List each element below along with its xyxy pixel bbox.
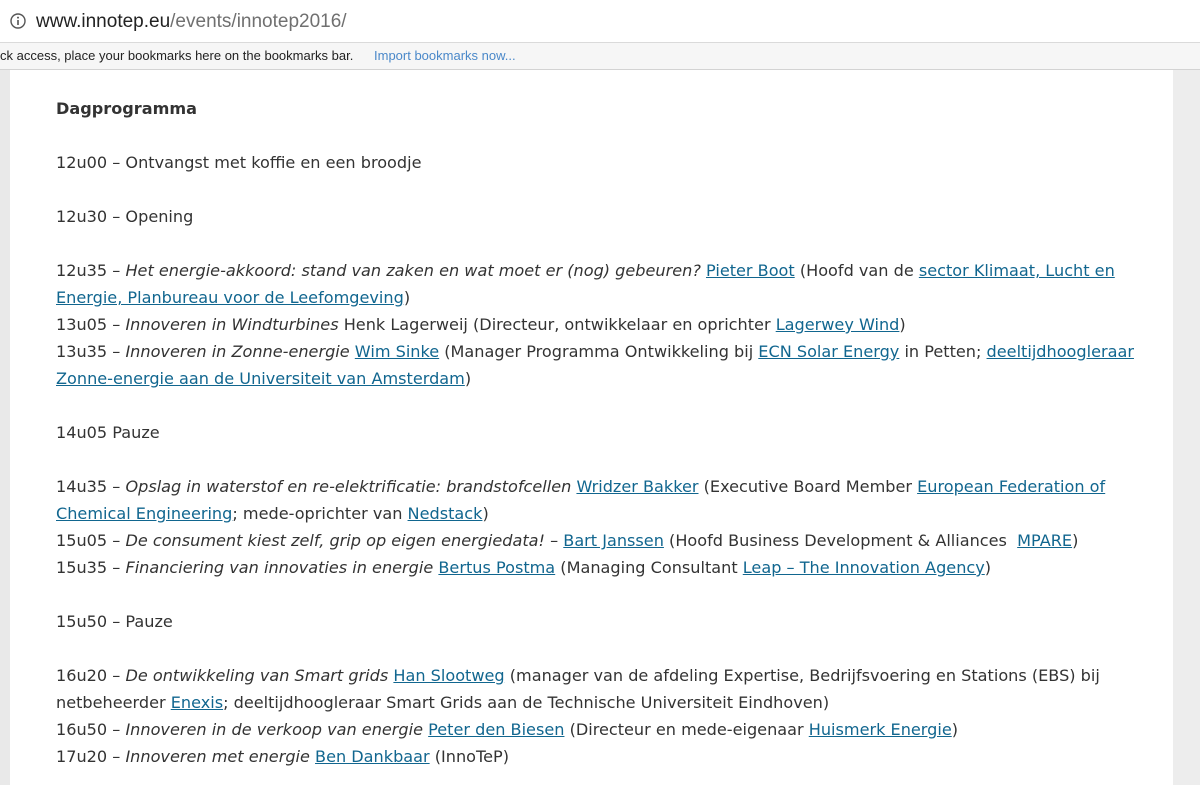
speaker-link[interactable]: Han Slootweg <box>393 666 504 685</box>
session-row: 17u20 – Innoveren met energie Ben Dankba… <box>56 743 1156 770</box>
session-row: 15u35 – Financiering van innovaties in e… <box>56 558 992 577</box>
session-text: in Petten; <box>899 342 987 361</box>
import-bookmarks-link[interactable]: Import bookmarks now... <box>374 48 516 63</box>
session-text: ; deeltijdhoogleraar Smart Grids aan de … <box>223 693 830 712</box>
session-time: 17u20 – <box>56 747 126 766</box>
org-link[interactable]: Leap – The Innovation Agency <box>743 558 985 577</box>
session-title: Het energie-akkoord: stand van zaken en … <box>125 261 701 280</box>
session-title: Innoveren in Windturbines <box>125 315 339 334</box>
session-title: Innoveren in de verkoop van energie <box>125 720 424 739</box>
session-text: (Executive Board Member <box>698 477 918 496</box>
bookmarks-message: ck access, place your bookmarks here on … <box>0 48 354 63</box>
url-text[interactable]: www.innotep.eu/events/innotep2016/ <box>36 11 347 33</box>
program-content: Dagprogramma 12u00 – Ontvangst met koffi… <box>56 70 1156 770</box>
scrollbar-track[interactable] <box>1173 70 1200 785</box>
org-link[interactable]: Enexis <box>171 693 223 712</box>
session-text: Henk Lagerweij (Directeur, ontwikkelaar … <box>338 315 776 334</box>
session-text: (Manager Programma Ontwikkeling bij <box>439 342 759 361</box>
org-link[interactable]: Huismerk Energie <box>809 720 952 739</box>
speaker-link[interactable]: Bertus Postma <box>438 558 555 577</box>
program-item: 14u05 Pauze <box>56 423 160 442</box>
session-row: 14u35 – Opslag in waterstof en re-elektr… <box>56 477 1106 523</box>
session-title: De ontwikkeling van Smart grids <box>125 666 389 685</box>
url-path: /events/innotep2016/ <box>170 11 347 32</box>
session-row: 15u05 – De consument kiest zelf, grip op… <box>56 531 1079 550</box>
org-link[interactable]: ECN Solar Energy <box>758 342 899 361</box>
session-time: 12u35 – <box>56 261 126 280</box>
session-title: Innoveren met energie <box>125 747 310 766</box>
session-text: – <box>545 531 564 550</box>
speaker-link[interactable]: Pieter Boot <box>706 261 795 280</box>
program-item: 12u00 – Ontvangst met koffie en een broo… <box>56 153 422 172</box>
program-item: 15u50 – Pauze <box>56 612 173 631</box>
session-time: 13u05 – <box>56 315 126 334</box>
speaker-link[interactable]: Peter den Biesen <box>428 720 564 739</box>
session-row: 13u35 – Innoveren in Zonne-energie Wim S… <box>56 342 1134 388</box>
session-time: 15u05 – <box>56 531 126 550</box>
session-row: 12u35 – Het energie-akkoord: stand van z… <box>56 261 1115 307</box>
session-time: 16u50 – <box>56 720 126 739</box>
address-bar[interactable]: www.innotep.eu/events/innotep2016/ <box>0 0 1200 43</box>
org-link[interactable]: MPARE <box>1017 531 1072 550</box>
info-icon[interactable] <box>10 13 26 29</box>
session-title: De consument kiest zelf, grip op eigen e… <box>125 531 545 550</box>
session-time: 14u35 – <box>56 477 126 496</box>
speaker-link[interactable]: Wim Sinke <box>355 342 439 361</box>
org-link[interactable]: Lagerwey Wind <box>776 315 900 334</box>
session-text: (InnoTeP) <box>429 747 509 766</box>
session-text: (Hoofd Business Development & Alliances <box>663 531 1018 550</box>
session-row: 16u50 – Innoveren in de verkoop van ener… <box>56 720 959 739</box>
session-text: (Managing Consultant <box>555 558 743 577</box>
session-row: 16u20 – De ontwikkeling van Smart grids … <box>56 662 1156 716</box>
session-text: (Directeur en mede-eigenaar <box>564 720 809 739</box>
session-time: 16u20 – <box>56 666 126 685</box>
session-time: 15u35 – <box>56 558 126 577</box>
session-title: Innoveren in Zonne-energie <box>125 342 350 361</box>
session-row: 13u05 – Innoveren in Windturbines Henk L… <box>56 315 906 334</box>
program-heading: Dagprogramma <box>56 99 197 118</box>
program-item: 12u30 – Opening <box>56 207 194 226</box>
speaker-link[interactable]: Bart Janssen <box>563 531 664 550</box>
org-link[interactable]: Nedstack <box>408 504 483 523</box>
bookmarks-bar: ck access, place your bookmarks here on … <box>0 43 1200 70</box>
session-title: Opslag in waterstof en re-elektrificatie… <box>125 477 572 496</box>
url-host: www.innotep.eu <box>36 11 171 32</box>
speaker-link[interactable]: Wridzer Bakker <box>576 477 698 496</box>
session-time: 13u35 – <box>56 342 126 361</box>
page-content: Dagprogramma 12u00 – Ontvangst met koffi… <box>10 70 1173 785</box>
speaker-link[interactable]: Ben Dankbaar <box>315 747 430 766</box>
session-text: (Hoofd van de <box>794 261 919 280</box>
session-title: Financiering van innovaties in energie <box>125 558 434 577</box>
session-text: ; mede-oprichter van <box>232 504 408 523</box>
